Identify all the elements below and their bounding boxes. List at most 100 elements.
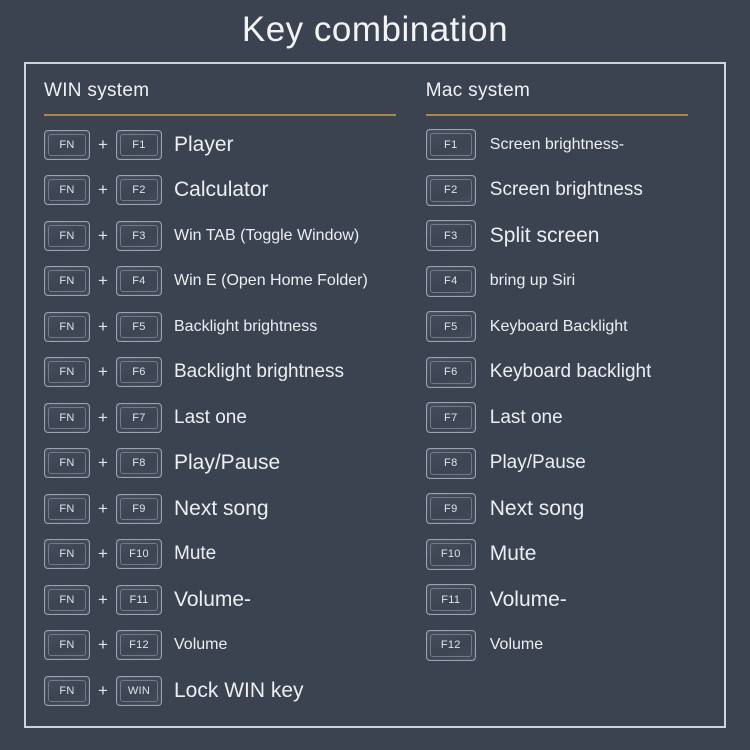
keycap-f11[interactable]: F11	[116, 584, 162, 615]
keycap-fn[interactable]: FN	[44, 402, 90, 433]
keycap-label: FN	[59, 457, 75, 470]
mac-shortcut-label: Split screen	[489, 223, 600, 247]
keycap-fn[interactable]: FN	[44, 266, 90, 297]
plus-symbol: +	[98, 271, 108, 291]
mac-shortcut-list: F1 Screen brightness- F2 Screen brightness F…	[425, 122, 724, 668]
keycap-label: F9	[132, 502, 146, 515]
win-shortcut-list: FN + F1 Player FN + F2 Calculator FN + F3 Win TAB (…	[44, 122, 422, 714]
win-shortcut-label: Backlight brightness	[174, 361, 345, 383]
plus-symbol: +	[98, 316, 108, 336]
mac-shortcut-row: F2 Screen brightness	[425, 168, 724, 214]
win-shortcut-row: FN + F1 Player	[44, 122, 422, 168]
keycap-f4[interactable]: F4	[116, 266, 162, 297]
keycap-label: F2	[444, 184, 458, 197]
mac-shortcut-row: F4 bring up Siri	[425, 259, 724, 305]
keycap-f8[interactable]: F8	[425, 447, 476, 479]
keycap-fn[interactable]: FN	[44, 129, 90, 160]
keycap-f9[interactable]: F9	[425, 493, 476, 525]
keycap-label: F5	[444, 320, 458, 333]
content-panel: WIN system FN + F1 Player FN + F2 Calculator FN +…	[24, 62, 726, 728]
keycap-fn[interactable]: FN	[44, 175, 90, 206]
plus-symbol: +	[98, 544, 108, 564]
keycap-f6[interactable]: F6	[425, 356, 476, 388]
mac-shortcut-row: F6 Keyboard backlight	[425, 350, 724, 396]
keycap-f10[interactable]: F10	[116, 539, 162, 570]
keycap-label: F10	[440, 548, 461, 561]
keycap-f5[interactable]: F5	[425, 311, 476, 343]
mac-shortcut-row: F11 Volume-	[425, 577, 724, 623]
keycap-fn[interactable]: FN	[44, 357, 90, 388]
keycap-label: FN	[59, 366, 75, 379]
win-shortcut-row: FN + F10 Mute	[44, 532, 422, 578]
keycap-win[interactable]: WIN	[116, 675, 162, 706]
plus-symbol: +	[98, 180, 108, 200]
win-divider	[44, 114, 396, 116]
keycap-f11[interactable]: F11	[425, 584, 476, 616]
plus-symbol: +	[98, 407, 108, 427]
plus-symbol: +	[98, 589, 108, 609]
keycap-fn[interactable]: FN	[44, 539, 90, 570]
win-shortcut-label: Backlight brightness	[174, 317, 318, 335]
keycap-fn[interactable]: FN	[44, 630, 90, 661]
keycap-f9[interactable]: F9	[116, 493, 162, 524]
keycap-fn[interactable]: FN	[44, 584, 90, 615]
keycap-f10[interactable]: F10	[425, 538, 476, 570]
mac-shortcut-label: Keyboard backlight	[489, 361, 652, 383]
mac-divider	[425, 114, 688, 116]
plus-symbol: +	[98, 498, 108, 518]
win-shortcut-row: FN + F2 Calculator	[44, 168, 422, 214]
mac-shortcut-row: F1 Screen brightness-	[425, 122, 724, 168]
mac-shortcut-row: F3 Split screen	[425, 213, 724, 259]
keycap-label: FN	[59, 275, 75, 288]
keycap-label: F4	[444, 275, 458, 288]
keycap-f3[interactable]: F3	[425, 220, 476, 252]
keycap-label: FN	[59, 502, 75, 515]
keycap-f12[interactable]: F12	[116, 630, 162, 661]
keycap-fn[interactable]: FN	[44, 311, 90, 342]
mac-shortcut-label: Mute	[489, 542, 537, 566]
keycap-f4[interactable]: F4	[425, 265, 476, 297]
keycap-label: WIN	[127, 684, 151, 697]
keycap-label: FN	[59, 184, 75, 197]
keycap-label: F3	[444, 229, 458, 242]
keycap-f12[interactable]: F12	[425, 629, 476, 661]
mac-system-column: Mac system F1 Screen brightness- F2 Screen …	[422, 76, 724, 726]
mac-shortcut-row: F9 Next song	[425, 486, 724, 532]
keycap-f1[interactable]: F1	[425, 129, 476, 161]
keycap-f2[interactable]: F2	[116, 175, 162, 206]
mac-system-heading: Mac system	[425, 80, 531, 101]
plus-symbol: +	[98, 134, 108, 154]
keycap-label: F2	[132, 184, 146, 197]
mac-shortcut-label: Next song	[489, 496, 585, 520]
keycap-label: F11	[129, 593, 149, 606]
keycap-f3[interactable]: F3	[116, 220, 162, 251]
win-system-heading: WIN system	[44, 80, 150, 101]
keycap-label: F6	[444, 366, 458, 379]
keycap-label: F8	[444, 457, 458, 470]
win-shortcut-row: FN + F4 Win E (Open Home Folder)	[44, 259, 422, 305]
win-shortcut-row: FN + F12 Volume	[44, 623, 422, 669]
keycap-f5[interactable]: F5	[116, 311, 162, 342]
keycap-f6[interactable]: F6	[116, 357, 162, 388]
page-title: Key combination	[241, 10, 509, 49]
keycap-f7[interactable]: F7	[116, 402, 162, 433]
keycap-label: F11	[441, 593, 461, 606]
win-shortcut-label: Play/Pause	[174, 451, 281, 475]
keycap-label: F9	[444, 502, 458, 515]
keycap-fn[interactable]: FN	[44, 220, 90, 251]
win-shortcut-row: FN + F8 Play/Pause	[44, 441, 422, 487]
keycap-fn[interactable]: FN	[44, 448, 90, 479]
keycap-fn[interactable]: FN	[44, 493, 90, 524]
plus-symbol: +	[98, 362, 108, 382]
keycap-f1[interactable]: F1	[116, 129, 162, 160]
keycap-f7[interactable]: F7	[425, 402, 476, 434]
keycap-label: F7	[132, 411, 146, 424]
keycap-f8[interactable]: F8	[116, 448, 162, 479]
plus-symbol: +	[98, 680, 108, 700]
keycap-f2[interactable]: F2	[425, 174, 476, 206]
mac-shortcut-label: Screen brightness	[489, 179, 643, 201]
keycap-label: F8	[132, 457, 146, 470]
keycap-label: FN	[59, 548, 75, 561]
mac-shortcut-row: F8 Play/Pause	[425, 441, 724, 487]
keycap-fn[interactable]: FN	[44, 675, 90, 706]
